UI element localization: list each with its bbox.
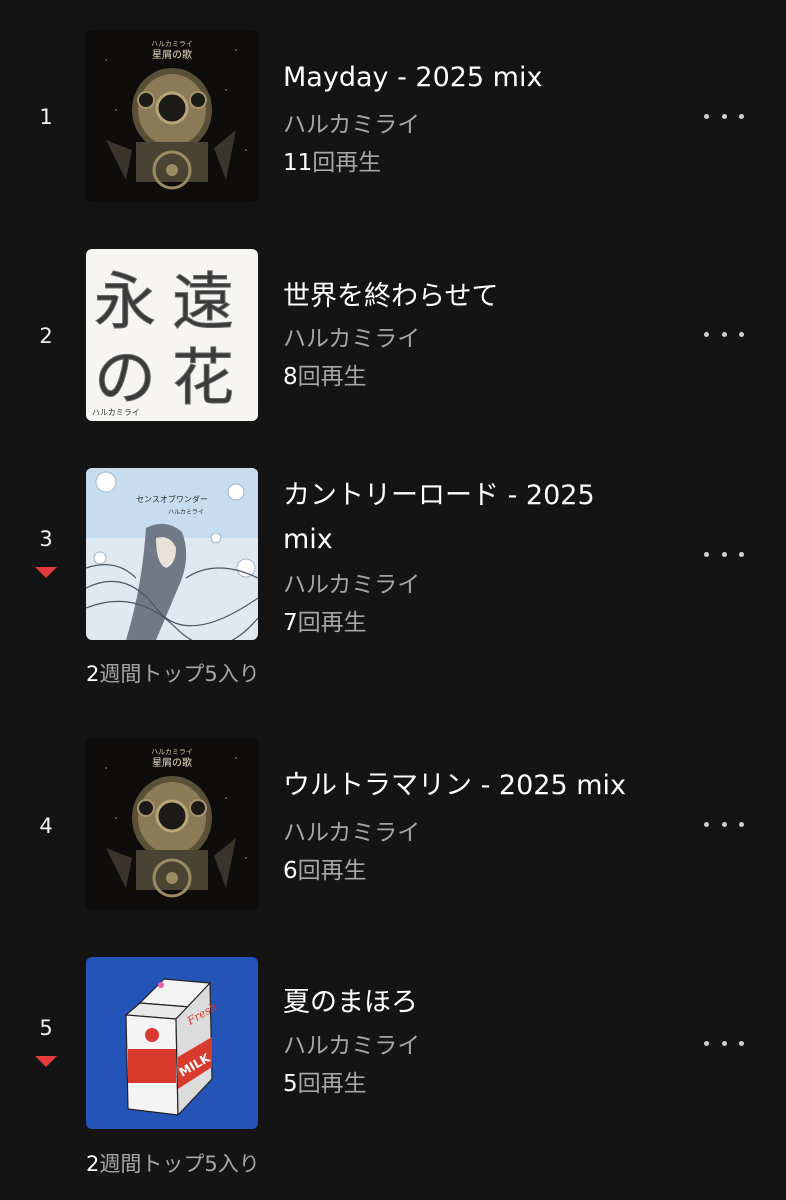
more-horizontal-icon[interactable] — [704, 814, 744, 834]
play-count-suffix: 回再生 — [297, 610, 367, 636]
track-row-2[interactable]: 2 永 遠 の 花 ハルカミライ 世界を終わらせて ハルカミライ 8回再生 — [0, 225, 786, 445]
more-horizontal-icon[interactable] — [704, 106, 744, 126]
play-count: 7回再生 — [283, 603, 367, 637]
cover-caption-album: 星屑の歌 — [152, 756, 192, 769]
album-art-diving-helmet: ハルカミライ 星屑の歌 — [86, 30, 258, 202]
trend-down-icon — [35, 567, 57, 578]
track-title: 夏のまほろ — [283, 987, 418, 1018]
cover-glyph: 花 — [172, 341, 234, 414]
album-cover[interactable]: 永 遠 の 花 ハルカミライ — [86, 249, 258, 421]
cover-glyph: の — [94, 341, 156, 414]
weeks-text: 週間トップ5入り — [99, 1152, 260, 1176]
play-count: 8回再生 — [283, 357, 367, 391]
weeks-number: 2 — [86, 662, 100, 686]
album-art-diving-helmet: ハルカミライ 星屑の歌 — [86, 738, 258, 910]
cover-caption-artist: ハルカミライ — [151, 748, 193, 756]
cover-caption-artist: ハルカミライ — [92, 408, 140, 417]
more-horizontal-icon[interactable] — [704, 1033, 744, 1053]
weeks-in-top5: 2週間トップ5入り — [86, 1148, 260, 1178]
play-count: 5回再生 — [283, 1064, 367, 1098]
album-art-calligraphy: 永 遠 の 花 ハルカミライ — [86, 249, 258, 421]
track-row-5[interactable]: 5 Fresh MILK 夏のまほろ ハルカミライ 5回再生 2週間トップ5入り — [0, 940, 786, 1200]
play-count-suffix: 回再生 — [297, 1071, 367, 1097]
track-title-line2: mix — [283, 524, 333, 555]
rank-number: 5 — [39, 1016, 53, 1040]
track-artist: ハルカミライ — [283, 820, 421, 846]
play-count: 11回再生 — [283, 143, 381, 177]
album-cover[interactable]: ハルカミライ 星屑の歌 — [86, 30, 258, 202]
play-count-suffix: 回再生 — [297, 858, 367, 884]
cover-caption-artist: ハルカミライ — [151, 40, 193, 48]
cover-glyph: 永 — [94, 265, 156, 338]
play-count-suffix: 回再生 — [297, 364, 367, 390]
album-cover[interactable]: ハルカミライ 星屑の歌 — [86, 738, 258, 910]
play-count-number: 8 — [283, 364, 298, 390]
track-artist: ハルカミライ — [283, 1033, 421, 1059]
play-count-number: 7 — [283, 610, 298, 636]
track-artist: ハルカミライ — [283, 112, 421, 138]
track-title: カントリーロード - 2025 mix — [283, 474, 683, 562]
cover-caption-album: 星屑の歌 — [152, 48, 192, 61]
weeks-text: 週間トップ5入り — [99, 662, 260, 686]
track-artist: ハルカミライ — [283, 572, 421, 598]
rank-number: 4 — [39, 814, 53, 838]
track-title: ウルトラマリン - 2025 mix — [283, 770, 626, 801]
track-row-4[interactable]: 4 ハルカミライ 星屑の歌 ウルトラマリン - 2025 mix ハルカミライ … — [0, 705, 786, 940]
track-artist: ハルカミライ — [283, 326, 421, 352]
album-art-milk-carton: Fresh MILK — [86, 957, 258, 1129]
track-row-1[interactable]: 1 ハルカミライ 星屑の歌 Mayday - 2025 mix ハルカミライ 1… — [0, 0, 786, 225]
track-title-line1: カントリーロード - 2025 — [283, 480, 595, 511]
album-art-illustration: センスオブワンダー ハルカミライ — [86, 468, 258, 640]
play-count-number: 11 — [283, 150, 313, 176]
more-horizontal-icon[interactable] — [704, 544, 744, 564]
track-title: 世界を終わらせて — [283, 281, 499, 312]
play-count-suffix: 回再生 — [312, 150, 382, 176]
cover-caption-album: センスオブワンダー — [136, 494, 208, 504]
more-horizontal-icon[interactable] — [704, 324, 744, 344]
cover-glyph: 遠 — [172, 265, 234, 338]
album-cover[interactable]: Fresh MILK — [86, 957, 258, 1129]
play-count-number: 5 — [283, 1071, 298, 1097]
track-row-3[interactable]: 3 センスオブワンダー ハルカミライ カントリーロード - 2025 mix ハル… — [0, 445, 786, 705]
cover-caption-artist: ハルカミライ — [168, 509, 204, 516]
play-count: 6回再生 — [283, 851, 367, 885]
weeks-number: 2 — [86, 1152, 100, 1176]
weeks-in-top5: 2週間トップ5入り — [86, 658, 260, 688]
rank-number: 2 — [39, 324, 53, 348]
rank-number: 1 — [39, 105, 53, 129]
trend-down-icon — [35, 1056, 57, 1067]
album-cover[interactable]: センスオブワンダー ハルカミライ — [86, 468, 258, 640]
play-count-number: 6 — [283, 858, 298, 884]
track-title: Mayday - 2025 mix — [283, 62, 543, 93]
rank-number: 3 — [39, 527, 53, 551]
